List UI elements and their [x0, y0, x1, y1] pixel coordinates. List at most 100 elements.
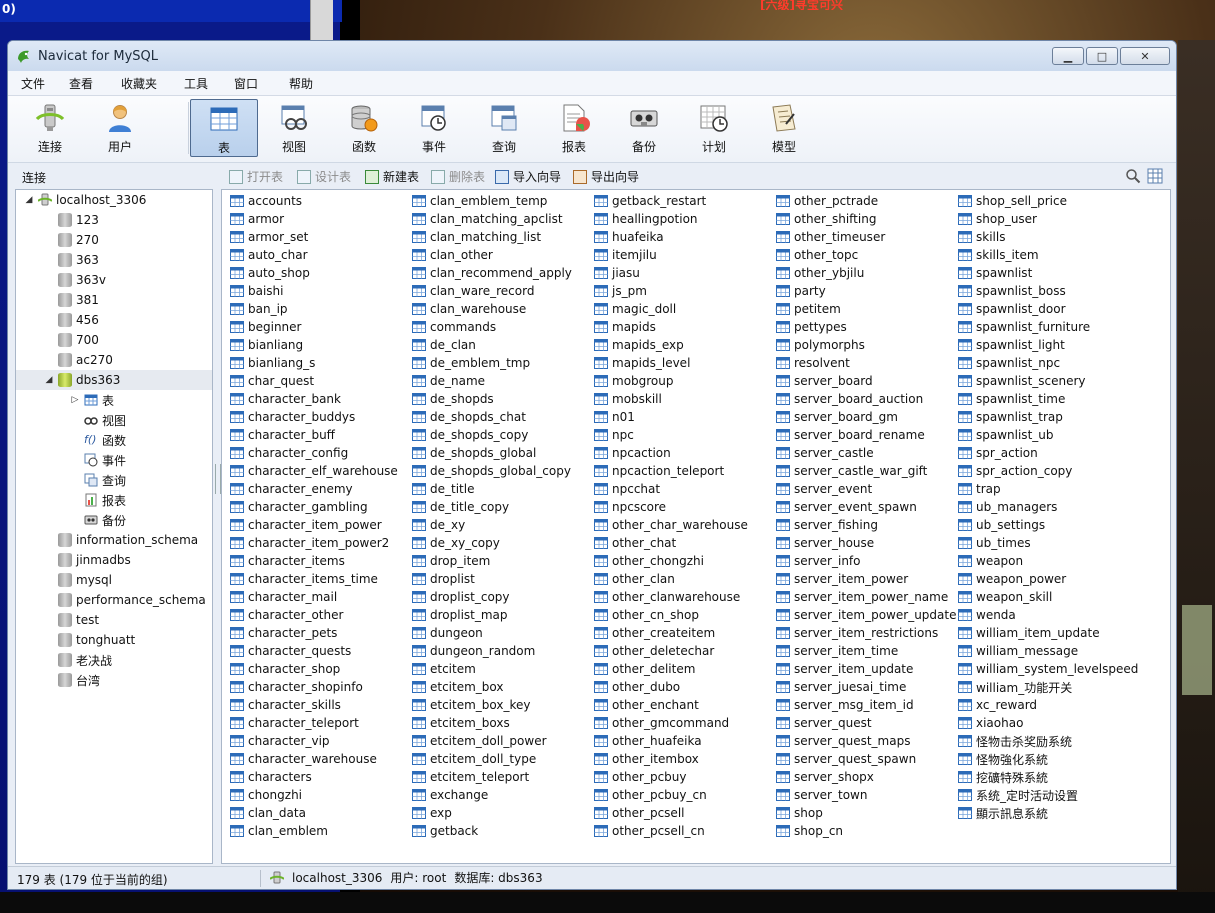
table-list-item[interactable]: clan_recommend_apply — [412, 264, 572, 282]
table-list-item[interactable]: accounts — [230, 192, 398, 210]
table-list-item[interactable]: shop — [776, 804, 956, 822]
table-list-item[interactable]: server_board — [776, 372, 956, 390]
tree-database[interactable]: 123 — [58, 210, 99, 230]
tree-database[interactable]: tonghuatt — [58, 630, 135, 650]
table-list-item[interactable]: spr_action_copy — [958, 462, 1138, 480]
table-list-item[interactable]: william_message — [958, 642, 1138, 660]
table-list-item[interactable]: clan_ware_record — [412, 282, 572, 300]
table-list-item[interactable]: ub_settings — [958, 516, 1138, 534]
table-list-item[interactable]: heallingpotion — [594, 210, 748, 228]
table-list-item[interactable]: william_system_levelspeed — [958, 660, 1138, 678]
table-list-item[interactable]: etcitem_box_key — [412, 696, 572, 714]
tree-database[interactable]: 456 — [58, 310, 99, 330]
toolbar-user-button[interactable]: 用户 — [86, 99, 154, 157]
table-list-item[interactable]: js_pm — [594, 282, 748, 300]
table-list-item[interactable]: clan_warehouse — [412, 300, 572, 318]
table-list-item[interactable]: de_shopds_global_copy — [412, 462, 572, 480]
table-list-item[interactable]: ban_ip — [230, 300, 398, 318]
table-list-item[interactable]: weapon — [958, 552, 1138, 570]
table-list-item[interactable]: exp — [412, 804, 572, 822]
new-table-button[interactable]: 新建表 — [365, 168, 419, 185]
table-list-item[interactable]: server_board_gm — [776, 408, 956, 426]
minimize-button[interactable]: ▁ — [1052, 47, 1084, 65]
table-list-item[interactable]: skills_item — [958, 246, 1138, 264]
import-wizard-button[interactable]: 导入向导 — [495, 168, 561, 185]
table-list-item[interactable]: pettypes — [776, 318, 956, 336]
table-list-item[interactable]: polymorphs — [776, 336, 956, 354]
table-list-item[interactable]: itemjilu — [594, 246, 748, 264]
table-list-item[interactable]: auto_char — [230, 246, 398, 264]
table-list-item[interactable]: other_huafeika — [594, 732, 748, 750]
table-list-item[interactable]: auto_shop — [230, 264, 398, 282]
tree-database[interactable]: 381 — [58, 290, 99, 310]
table-list-item[interactable]: server_item_power — [776, 570, 956, 588]
table-list-item[interactable]: npcaction — [594, 444, 748, 462]
tree-database[interactable]: 老决战 — [58, 650, 112, 670]
table-list-item[interactable]: character_skills — [230, 696, 398, 714]
table-list-item[interactable]: etcitem_doll_type — [412, 750, 572, 768]
table-list-item[interactable]: de_title — [412, 480, 572, 498]
table-list-item[interactable]: character_shop — [230, 660, 398, 678]
table-list-item[interactable]: shop_user — [958, 210, 1138, 228]
table-list-item[interactable]: other_enchant — [594, 696, 748, 714]
tree-database[interactable]: performance_schema — [58, 590, 206, 610]
table-list-item[interactable]: de_emblem_tmp — [412, 354, 572, 372]
table-list-item[interactable]: npcaction_teleport — [594, 462, 748, 480]
toolbar-table-button[interactable]: 表 — [190, 99, 258, 157]
tree-events-node[interactable]: 事件 — [84, 450, 126, 470]
toolbar-report-button[interactable]: 报表 — [540, 99, 608, 157]
toolbar-model-button[interactable]: 模型 — [750, 99, 818, 157]
table-list-item[interactable]: dungeon — [412, 624, 572, 642]
table-list-item[interactable]: clan_matching_list — [412, 228, 572, 246]
table-list-item[interactable]: baishi — [230, 282, 398, 300]
table-list-item[interactable]: other_itembox — [594, 750, 748, 768]
table-list-item[interactable]: other_createitem — [594, 624, 748, 642]
panel-splitter[interactable] — [213, 189, 221, 864]
table-list-item[interactable]: 挖礦特殊系統 — [958, 768, 1138, 786]
table-list-item[interactable]: dungeon_random — [412, 642, 572, 660]
table-list-item[interactable]: npcchat — [594, 480, 748, 498]
table-list-item[interactable]: character_items — [230, 552, 398, 570]
table-list-item[interactable]: characters — [230, 768, 398, 786]
table-list-item[interactable]: getback_restart — [594, 192, 748, 210]
table-list-item[interactable]: huafeika — [594, 228, 748, 246]
table-list-item[interactable]: server_item_power_update — [776, 606, 956, 624]
menu-file[interactable]: 文件 — [21, 75, 45, 92]
table-list-item[interactable]: getback — [412, 822, 572, 840]
table-list-item[interactable]: de_shopds — [412, 390, 572, 408]
tree-database[interactable]: 363 — [58, 250, 99, 270]
table-list-item[interactable]: server_board_rename — [776, 426, 956, 444]
tree-functions-node[interactable]: f() 函数 — [84, 430, 126, 450]
table-list-item[interactable]: mapids — [594, 318, 748, 336]
tree-tables-node[interactable]: ▷ 表 — [70, 390, 114, 410]
table-list-item[interactable]: de_xy — [412, 516, 572, 534]
table-list-item[interactable]: other_chongzhi — [594, 552, 748, 570]
table-list-item[interactable]: server_event_spawn — [776, 498, 956, 516]
table-list-item[interactable]: npcscore — [594, 498, 748, 516]
table-list-item[interactable]: other_pctrade — [776, 192, 956, 210]
table-list-item[interactable]: character_enemy — [230, 480, 398, 498]
table-list-item[interactable]: server_info — [776, 552, 956, 570]
table-list-item[interactable]: droplist — [412, 570, 572, 588]
table-list-item[interactable]: mobgroup — [594, 372, 748, 390]
table-list-item[interactable]: de_shopds_chat — [412, 408, 572, 426]
table-list-item[interactable]: commands — [412, 318, 572, 336]
table-list-item[interactable]: server_msg_item_id — [776, 696, 956, 714]
tree-backups-node[interactable]: 备份 — [84, 510, 126, 530]
title-bar[interactable]: Navicat for MySQL ▁ □ ✕ — [8, 41, 1176, 71]
toolbar-schedule-button[interactable]: 计划 — [680, 99, 748, 157]
menu-favorites[interactable]: 收藏夹 — [121, 75, 157, 92]
table-list-item[interactable]: jiasu — [594, 264, 748, 282]
table-list-item[interactable]: william_功能开关 — [958, 678, 1138, 696]
table-list-item[interactable]: n01 — [594, 408, 748, 426]
table-list-item[interactable]: server_juesai_time — [776, 678, 956, 696]
table-list-item[interactable]: spawnlist_npc — [958, 354, 1138, 372]
table-list-item[interactable]: other_pcsell_cn — [594, 822, 748, 840]
tree-database[interactable]: test — [58, 610, 99, 630]
menu-window[interactable]: 窗口 — [234, 75, 258, 92]
tree-views-node[interactable]: 视图 — [84, 410, 126, 430]
tree-database-open[interactable]: ◢ dbs363 — [16, 370, 212, 390]
tree-database[interactable]: mysql — [58, 570, 112, 590]
table-list-item[interactable]: william_item_update — [958, 624, 1138, 642]
table-list-item[interactable]: spawnlist_door — [958, 300, 1138, 318]
